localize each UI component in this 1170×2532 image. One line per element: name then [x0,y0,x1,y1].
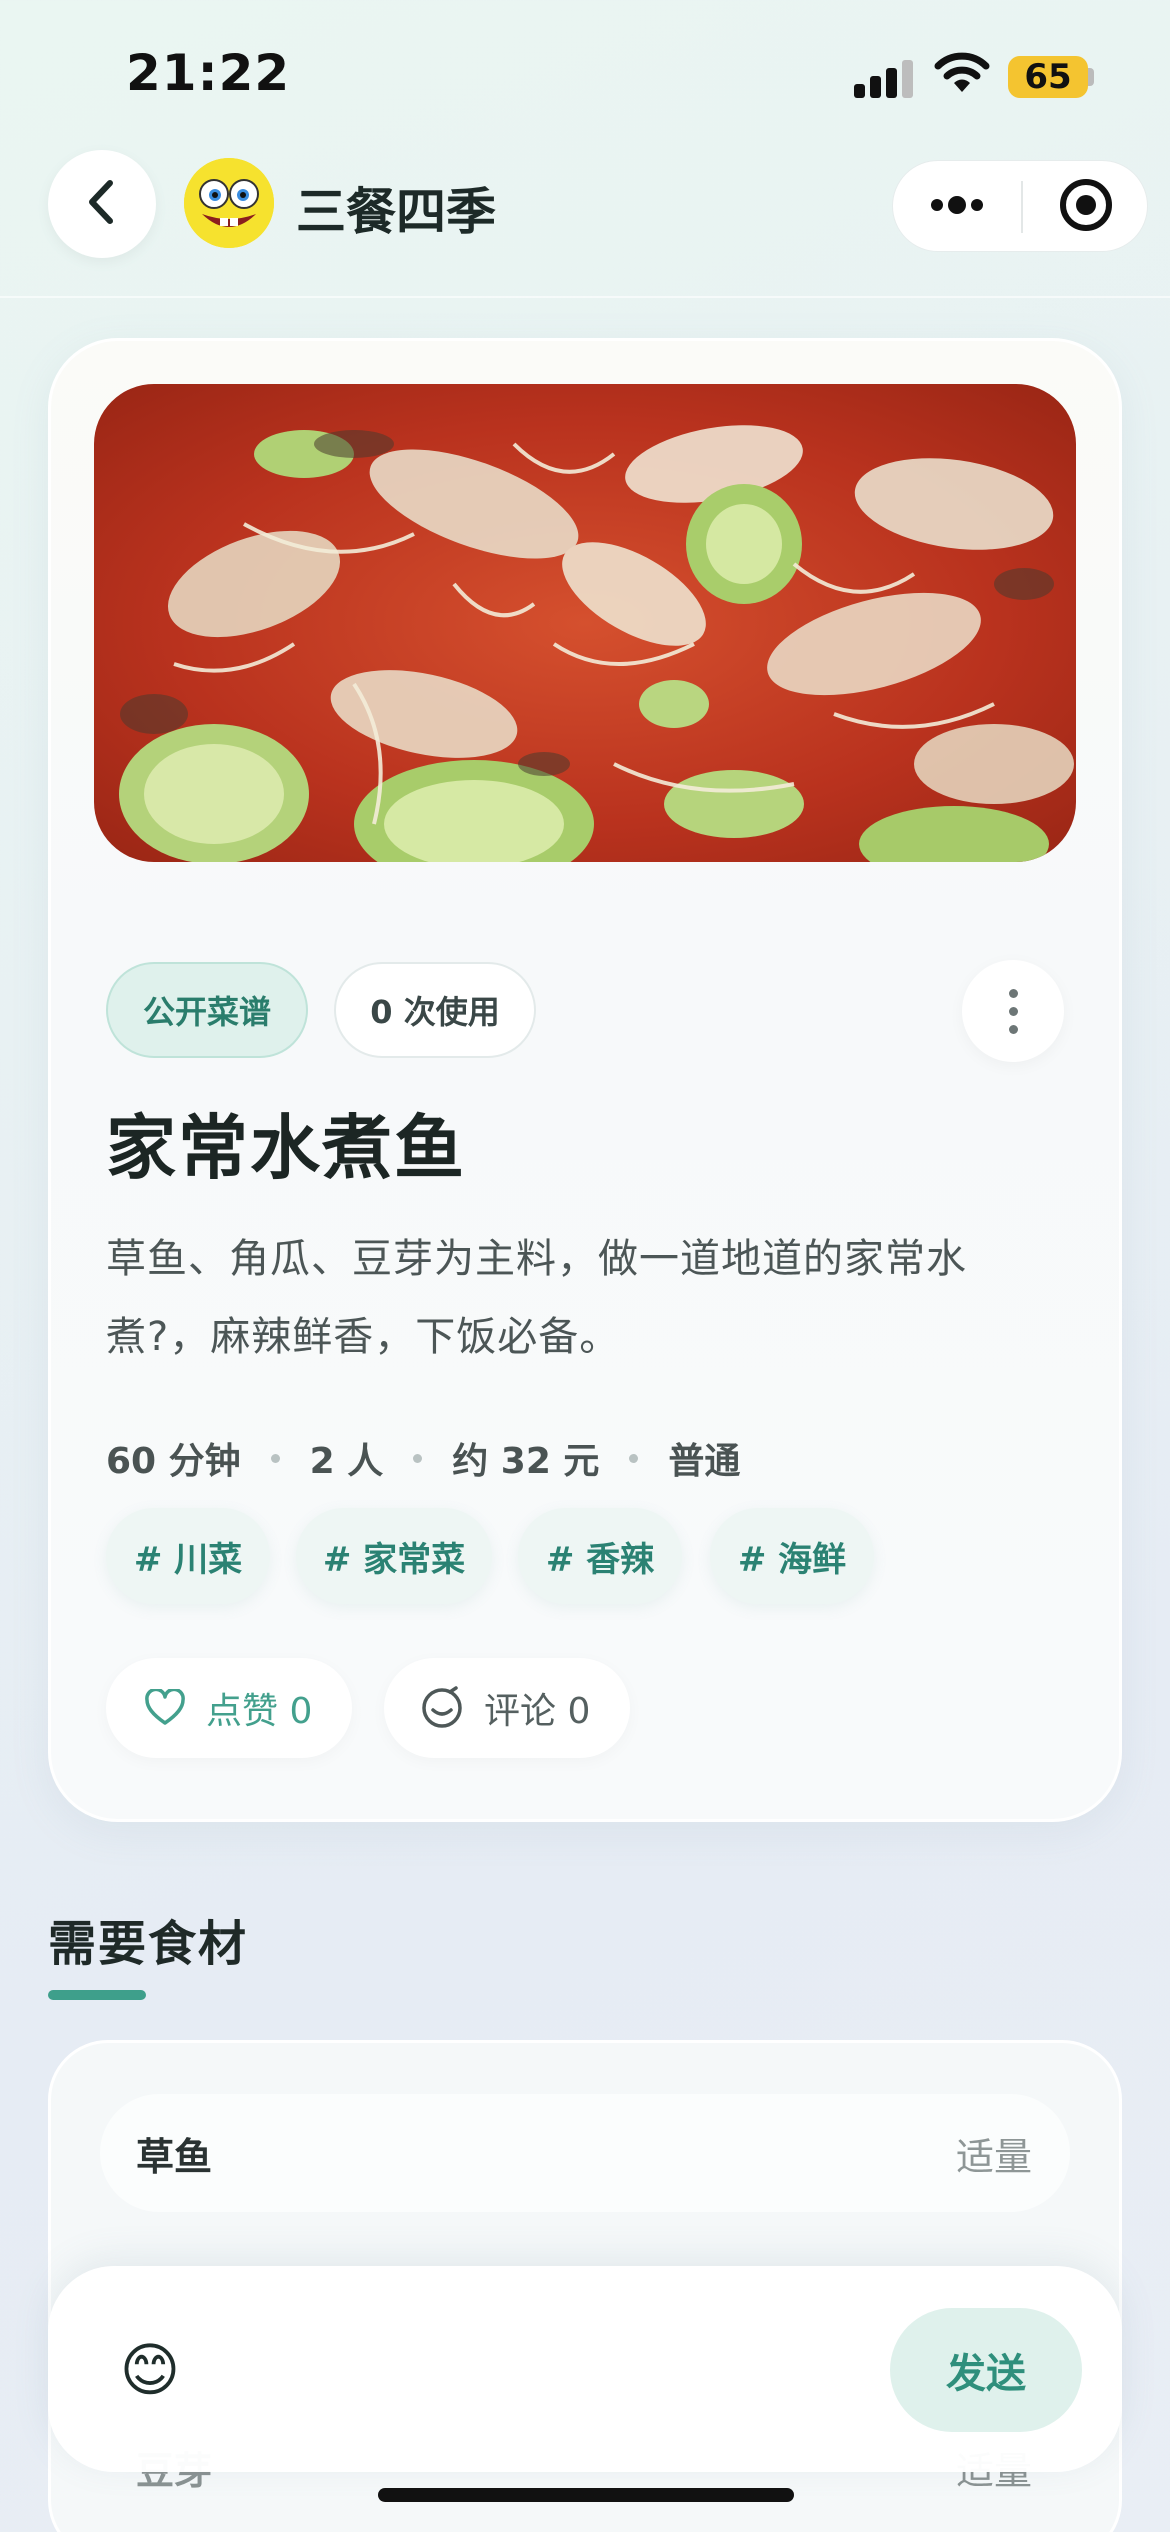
ingredient-name: 草鱼 [136,2134,213,2179]
miniprogram-capsule [892,160,1148,252]
page-title: 三餐四季 [296,183,496,241]
battery-indicator: 65 [1008,56,1088,98]
close-miniprogram-button[interactable] [1023,161,1149,253]
battery-tip [1088,68,1094,86]
recipe-meta: 60 分钟 2 人 约 32 元 普通 [106,1430,740,1486]
wifi-icon [934,52,990,100]
estimated-cost: 约 32 元 [452,1441,600,1482]
home-indicator [378,2488,794,2502]
tag-chip[interactable]: # 香辣 [518,1508,682,1604]
more-options-button[interactable] [893,161,1021,253]
vertical-dots-icon [1008,988,1018,998]
avatar[interactable] [184,158,274,248]
like-label: 点赞 0 [206,1691,313,1732]
usage-count-badge: 0 次使用 [334,962,536,1058]
cook-time: 60 分钟 [106,1441,241,1482]
section-underline [48,1990,146,2000]
public-recipe-badge: 公开菜谱 [106,962,308,1058]
ingredient-amount: 适量 [955,2134,1032,2179]
status-time: 21:22 [126,44,291,102]
tag-chip[interactable]: # 家常菜 [296,1508,492,1604]
ellipsis-icon [927,193,987,221]
recipe-description: 草鱼、角瓜、豆芽为主料，做一道地道的家常水煮?，麻辣鲜香，下饭必备。 [106,1236,967,1360]
ingredient-row: 草鱼 适量 [100,2094,1070,2212]
heart-icon [144,1689,186,1727]
recipe-title: 家常水煮鱼 [106,1107,466,1189]
meta-separator [413,1453,423,1463]
chevron-left-icon [82,177,122,231]
recipe-photo[interactable] [94,384,1076,862]
meta-separator [629,1453,639,1463]
send-button[interactable]: 发送 [890,2308,1082,2432]
like-button[interactable]: 点赞 0 [106,1658,352,1758]
recipe-more-button[interactable] [962,960,1064,1062]
meta-separator [270,1453,280,1463]
target-icon [1058,177,1114,237]
ingredients-section-title: 需要食材 [48,1916,249,1972]
comment-input[interactable] [250,2310,870,2430]
cellular-signal-icon [854,58,914,98]
comment-icon [420,1686,464,1730]
comment-label: 评论 0 [484,1691,591,1732]
tag-chip[interactable]: # 川菜 [106,1508,270,1604]
back-button[interactable] [48,150,156,258]
tag-chip[interactable]: # 海鲜 [710,1508,874,1604]
comment-button[interactable]: 评论 0 [384,1658,630,1758]
nav-divider [0,296,1170,298]
difficulty: 普通 [668,1441,741,1482]
servings: 2 人 [309,1441,384,1482]
emoji-button[interactable]: 😊 [106,2326,194,2414]
